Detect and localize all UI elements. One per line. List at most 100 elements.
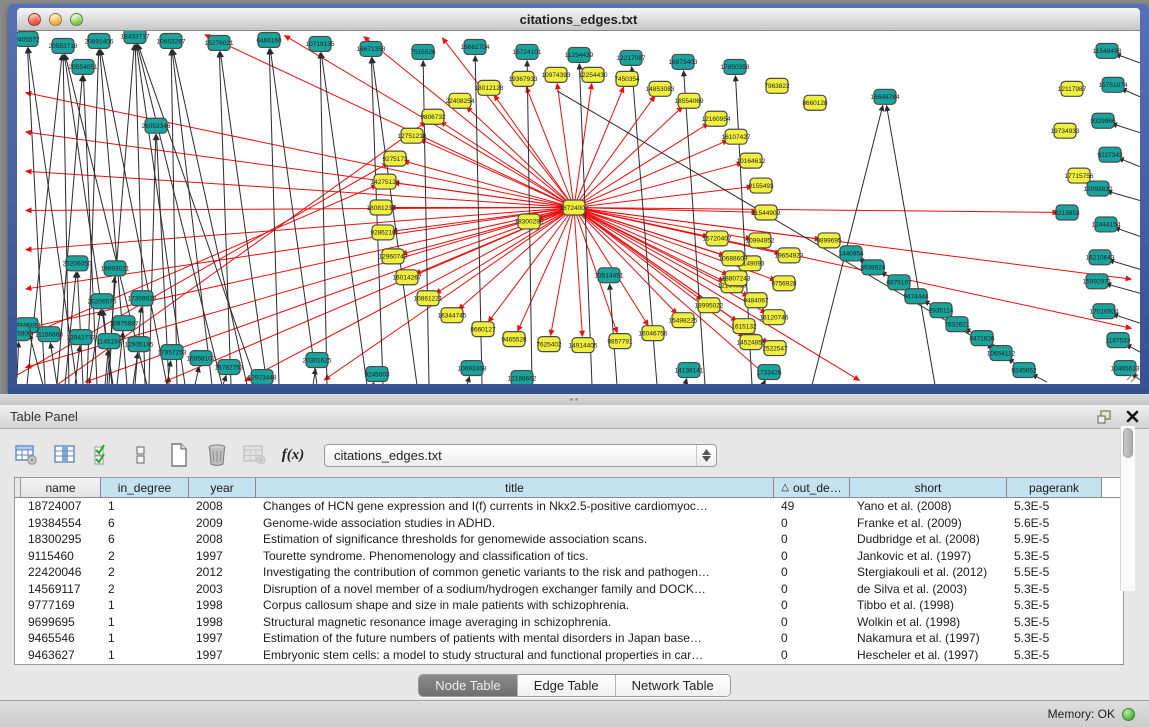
table-row[interactable]: 977716911998Corpus callosum shape and si… [15,597,1123,614]
graph-node-label: 6879197 [886,280,912,287]
select-columns-icon[interactable] [90,443,116,467]
graph-edge [443,38,574,207]
table-cell: 18300295 [21,531,101,548]
minimize-window-button[interactable] [49,13,62,26]
graph-node-label: 9245652 [1011,367,1037,374]
table-selector-dropdown[interactable]: citations_edges.txt [324,444,717,467]
graph-node-label: 13942737 [67,334,96,341]
table-cell: Embryonic stem cells: a model to study s… [256,647,774,664]
table-cell: 6 [101,531,189,548]
graph-edge [26,208,574,211]
graph-node-label: 10974393 [542,72,571,79]
table-type-tabs: Node TableEdge TableNetwork Table [0,674,1149,697]
table-row[interactable]: 2242004622012Investigating the contribut… [15,564,1123,581]
table-cell: Stergiakouli et al. (2012) [850,564,1007,581]
column-header-label: in_degree [118,481,171,495]
graph-node-label: 7625402 [536,341,562,348]
show-column-icon[interactable] [52,443,78,467]
table-cell: de Silva et al. (2003) [850,581,1007,598]
zoom-window-button[interactable] [70,13,83,26]
table-cell: Investigating the contribution of common… [256,564,774,581]
table-cell: 2008 [189,531,256,548]
column-header-short[interactable]: short [850,478,1007,497]
tab-node-table[interactable]: Node Table [419,675,518,696]
graph-node-label: 8660127 [470,326,496,333]
table-row[interactable]: 911546021997Tourette syndrome. Phenomeno… [15,548,1123,565]
graph-node-label: 12254430 [579,72,608,79]
table-cell: 2003 [189,581,256,598]
column-header-in_degree[interactable]: in_degree [101,478,189,497]
table-cell: 5.9E-5 [1007,531,1102,548]
column-header-pagerank[interactable]: pagerank [1007,478,1102,497]
graph-node-label: 26053346 [142,123,171,130]
column-header-label: title [505,481,524,495]
split-pane-divider[interactable] [0,394,1149,405]
table-cell: Changes of HCN gene expression and I(f) … [256,498,774,515]
graph-node-label: 20891406 [85,38,114,45]
table-row[interactable]: 946362711997Embryonic stem cells: a mode… [15,647,1123,664]
graph-node-label: 15992971 [1083,279,1112,286]
table-settings-icon[interactable] [14,443,40,467]
table-cell: 9777169 [21,597,101,614]
table-cell: 1 [101,614,189,631]
table-row[interactable]: 1830029562008Estimation of significance … [15,531,1123,548]
graph-node-label: 15751074 [1099,82,1128,89]
table-cell: 9699695 [21,614,101,631]
graph-node-label: 7515526 [410,49,436,56]
graph-node-label: 1733426 [756,369,782,376]
graph-node-label: 18081237 [367,205,396,212]
table-row[interactable]: 969969511998Structural magnetic resonanc… [15,614,1123,631]
graph-edge [441,122,574,208]
table-cell: 0 [774,597,850,614]
table-cell: 5.3E-5 [1007,548,1102,565]
graph-node-label: 18995022 [695,303,724,310]
row-height-icon[interactable] [128,443,154,467]
graph-edge [26,208,574,289]
graph-node-label: 12117987 [1058,86,1087,93]
window-titlebar[interactable]: citations_edges.txt [17,8,1140,31]
table-cell: 0 [774,581,850,598]
close-panel-icon[interactable] [1126,410,1139,423]
tab-edge-table[interactable]: Edge Table [518,675,616,696]
column-header-year[interactable]: year [189,478,256,497]
network-canvas[interactable]: 2405572205537182089140618433717106532871… [17,31,1140,384]
graph-node-label: 16107427 [722,134,751,141]
graph-node-label: 12160954 [702,116,731,123]
table-cell: 0 [774,630,850,647]
graph-node-label: 16210643 [1086,255,1115,262]
graph-edge [551,208,574,336]
graph-node-label: 20554051 [69,64,98,71]
graph-node-label: 14275124 [371,179,400,186]
graph-node-label: 16014267 [393,275,422,282]
table-row[interactable]: 1938455462009Genome-wide association stu… [15,515,1123,532]
column-header-name[interactable]: name [21,478,101,497]
graph-node-label: 9275173 [382,156,408,163]
graph-node-label: 11544909 [752,210,781,217]
graph-node-label: 16046756 [639,330,668,337]
column-header-out_de[interactable]: △out_de… [774,478,850,497]
new-file-icon[interactable] [166,443,192,467]
divider-grip-icon[interactable] [569,397,579,402]
graph-node-label: 19734933 [1051,128,1080,135]
graph-node-label: 9857791 [607,338,633,345]
table-row[interactable]: 1456911722003Disruption of a novel membe… [15,581,1123,598]
table-row[interactable]: 946554611997Estimation of the future num… [15,630,1123,647]
column-header-title[interactable]: title [256,478,774,497]
scrollbar-thumb[interactable] [1123,428,1133,458]
status-bar: Memory: OK [0,700,1149,727]
float-panel-icon[interactable] [1097,410,1112,424]
table-cell: 0 [774,564,850,581]
window-title: citations_edges.txt [17,8,1140,31]
table-row[interactable]: 1872400712008Changes of HCN gene express… [15,498,1123,515]
table-cell: 0 [774,531,850,548]
table-vertical-scrollbar[interactable] [1120,426,1135,591]
table-cell: 1997 [189,630,256,647]
graph-node-label: 16958107 [187,355,216,362]
table-cell: 1997 [189,647,256,664]
function-builder-icon[interactable]: f(x) [280,443,306,467]
close-window-button[interactable] [28,13,41,26]
trash-icon[interactable] [204,443,230,467]
graph-node-label: 16120746 [760,314,789,321]
tab-network-table[interactable]: Network Table [616,675,730,696]
graph-edge [173,50,247,384]
